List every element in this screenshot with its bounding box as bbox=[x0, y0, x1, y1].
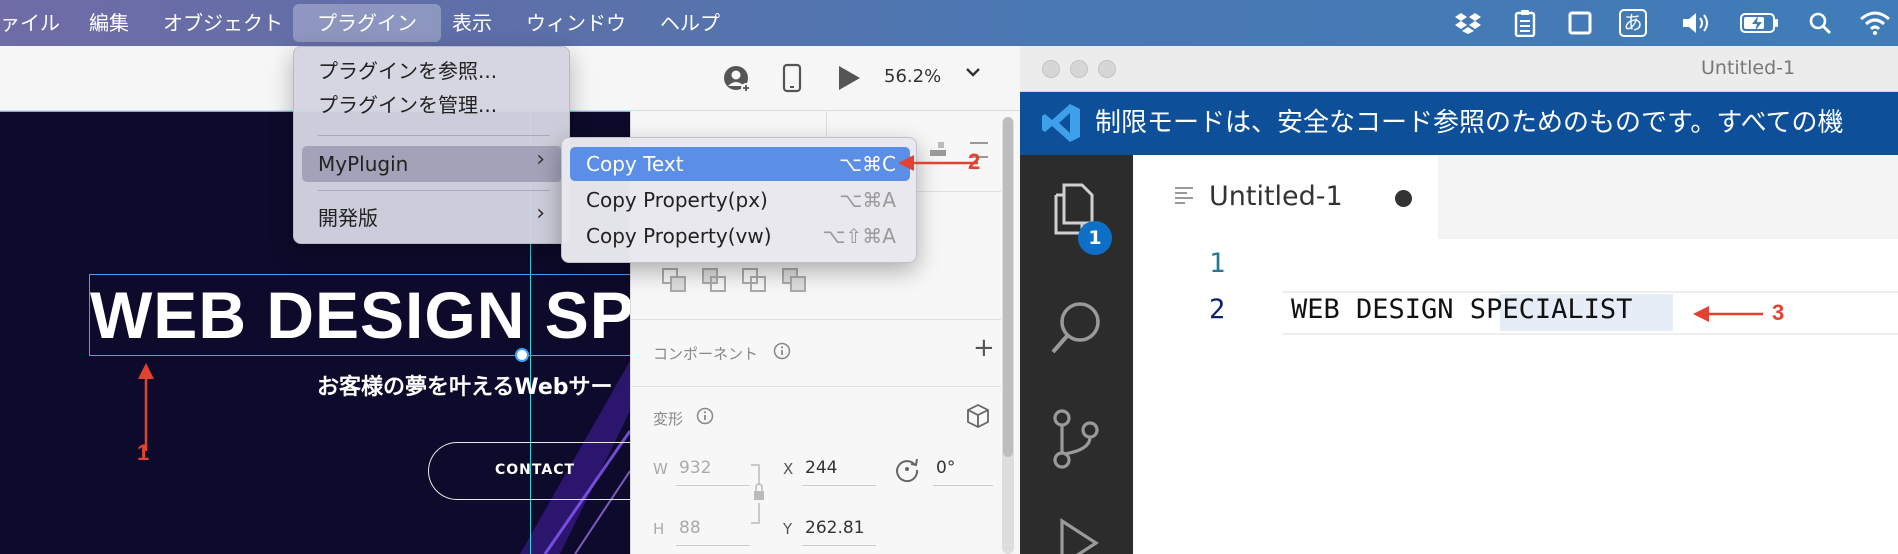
exclude-shape-icon[interactable] bbox=[781, 267, 807, 293]
vscode-window-title: Untitled-1 bbox=[1701, 57, 1796, 79]
x-field[interactable]: 244 bbox=[805, 458, 837, 478]
tab-label: Untitled-1 bbox=[1209, 181, 1343, 212]
code-line-2[interactable]: WEB DESIGN SPECIALIST bbox=[1291, 294, 1632, 325]
transform-info-icon[interactable] bbox=[696, 407, 714, 429]
share-user-icon[interactable] bbox=[722, 64, 752, 98]
annotation-label-2: 2 bbox=[968, 149, 981, 174]
editor-tabs: Untitled-1 bbox=[1133, 155, 1898, 239]
copy-property-px-label: Copy Property(px) bbox=[586, 188, 768, 212]
submenu-item-copy-property-vw[interactable]: Copy Property(vw) ⌥⇧⌘A bbox=[570, 219, 910, 253]
line-number: 2 bbox=[1209, 294, 1226, 325]
inspector-scrollbar[interactable] bbox=[1002, 117, 1014, 554]
annotation-label-3: 3 bbox=[1772, 300, 1785, 325]
w-field[interactable]: 932 bbox=[679, 458, 711, 478]
play-icon[interactable] bbox=[836, 64, 862, 96]
explorer-badge: 1 bbox=[1078, 221, 1112, 255]
vscode-window: Untitled-1 制限モードは、安全なコード参照のためのものです。すべての機… bbox=[1020, 46, 1898, 554]
w-label: W bbox=[653, 460, 668, 478]
editor-area[interactable]: Untitled-1 1 2 WEB DESIGN SPECIALIST 3 bbox=[1133, 155, 1898, 554]
add-component-icon[interactable]: + bbox=[973, 333, 995, 363]
y-label: Y bbox=[783, 520, 793, 538]
boolean-ops-group bbox=[661, 267, 807, 293]
activity-bar: 1 bbox=[1020, 155, 1133, 554]
menu-item-myplugin[interactable]: MyPlugin bbox=[318, 149, 408, 179]
mobile-preview-icon[interactable] bbox=[782, 63, 802, 97]
close-window-button[interactable] bbox=[1042, 60, 1060, 78]
menu-plugin[interactable]: プラグイン bbox=[293, 4, 441, 42]
chevron-right-icon: › bbox=[536, 147, 545, 172]
lock-aspect-icon[interactable] bbox=[749, 463, 769, 529]
text-file-icon bbox=[1173, 185, 1195, 209]
restricted-mode-text: 制限モードは、安全なコード参照のためのものです。すべての機 bbox=[1095, 108, 1844, 138]
input-method-label: あ bbox=[1619, 9, 1647, 37]
minimize-window-button[interactable] bbox=[1070, 60, 1088, 78]
copy-text-label: Copy Text bbox=[586, 152, 684, 176]
h-field[interactable]: 88 bbox=[679, 518, 701, 538]
clipboard-icon[interactable] bbox=[1511, 8, 1539, 38]
menu-object[interactable]: オブジェクト bbox=[163, 0, 283, 46]
menu-view[interactable]: 表示 bbox=[452, 0, 492, 46]
add-shape-icon[interactable] bbox=[661, 267, 687, 293]
rotation-field[interactable]: 0° bbox=[936, 458, 955, 478]
menu-bar: ァイル 編集 オブジェクト プラグイン 表示 ウィンドウ ヘルプ あ bbox=[0, 0, 1898, 46]
component-label: コンポーネント bbox=[653, 345, 759, 363]
volume-icon[interactable] bbox=[1680, 8, 1714, 38]
menu-file[interactable]: ァイル bbox=[0, 0, 60, 46]
wifi-icon[interactable] bbox=[1858, 8, 1892, 38]
rotate-icon[interactable] bbox=[893, 455, 921, 487]
info-icon[interactable] bbox=[773, 342, 791, 364]
x-label: X bbox=[783, 460, 794, 478]
3d-transform-icon[interactable] bbox=[965, 403, 991, 433]
unsaved-dot-icon[interactable] bbox=[1395, 190, 1412, 207]
menu-item-development[interactable]: 開発版 bbox=[318, 203, 378, 233]
subtitle-text: お客様の夢を叶えるWebサー bbox=[317, 375, 613, 400]
menu-edit[interactable]: 編集 bbox=[89, 0, 129, 46]
zoom-chevron-down-icon[interactable] bbox=[963, 62, 983, 86]
dropbox-icon[interactable] bbox=[1452, 8, 1484, 38]
maximize-window-button[interactable] bbox=[1098, 60, 1116, 78]
menu-window[interactable]: ウィンドウ bbox=[526, 0, 626, 46]
chevron-right-icon: › bbox=[536, 201, 545, 226]
restricted-mode-banner[interactable]: 制限モードは、安全なコード参照のためのものです。すべての機 bbox=[1020, 92, 1898, 155]
copy-text-shortcut: ⌥⌘C bbox=[838, 152, 896, 176]
copy-property-vw-label: Copy Property(vw) bbox=[586, 224, 772, 248]
run-debug-icon[interactable] bbox=[1054, 517, 1102, 554]
vscode-titlebar: Untitled-1 bbox=[1020, 46, 1898, 92]
headline-text[interactable]: WEB DESIGN SP bbox=[90, 274, 630, 356]
y-field[interactable]: 262.81 bbox=[805, 518, 864, 538]
menu-help[interactable]: ヘルプ bbox=[660, 0, 720, 46]
tab-untitled-1[interactable]: Untitled-1 bbox=[1133, 155, 1438, 239]
intersect-shape-icon[interactable] bbox=[741, 267, 767, 293]
zoom-level[interactable]: 56.2% bbox=[884, 66, 941, 87]
annotation-arrow-3 bbox=[1693, 306, 1763, 322]
annotation-label-1: 1 bbox=[137, 440, 150, 465]
input-method-icon[interactable]: あ bbox=[1618, 8, 1648, 38]
battery-icon[interactable] bbox=[1740, 8, 1780, 38]
menu-item-browse-plugins[interactable]: プラグインを参照... bbox=[318, 56, 497, 86]
submenu-item-copy-text[interactable]: Copy Text ⌥⌘C bbox=[570, 147, 910, 181]
annotation-arrow-1 bbox=[138, 363, 154, 451]
contact-button-label: CONTACT bbox=[495, 462, 576, 478]
line-number: 1 bbox=[1209, 248, 1226, 279]
copy-property-vw-shortcut: ⌥⇧⌘A bbox=[822, 224, 897, 248]
copy-property-px-shortcut: ⌥⌘A bbox=[839, 188, 896, 212]
menu-item-manage-plugins[interactable]: プラグインを管理... bbox=[318, 90, 497, 120]
plugin-menu: プラグインを参照... プラグインを管理... MyPlugin › 開発版 › bbox=[293, 46, 570, 244]
source-control-icon[interactable] bbox=[1050, 408, 1102, 474]
submenu-item-copy-property-px[interactable]: Copy Property(px) ⌥⌘A bbox=[570, 183, 910, 217]
h-label: H bbox=[653, 520, 665, 538]
myplugin-submenu: Copy Text ⌥⌘C Copy Property(px) ⌥⌘A Copy… bbox=[561, 137, 917, 263]
transform-label: 変形 bbox=[653, 410, 684, 428]
search-icon[interactable] bbox=[1806, 8, 1834, 38]
search-icon[interactable] bbox=[1048, 298, 1106, 360]
subtract-shape-icon[interactable] bbox=[701, 267, 727, 293]
window-icon[interactable] bbox=[1566, 8, 1594, 38]
selection-handle[interactable] bbox=[515, 348, 529, 362]
